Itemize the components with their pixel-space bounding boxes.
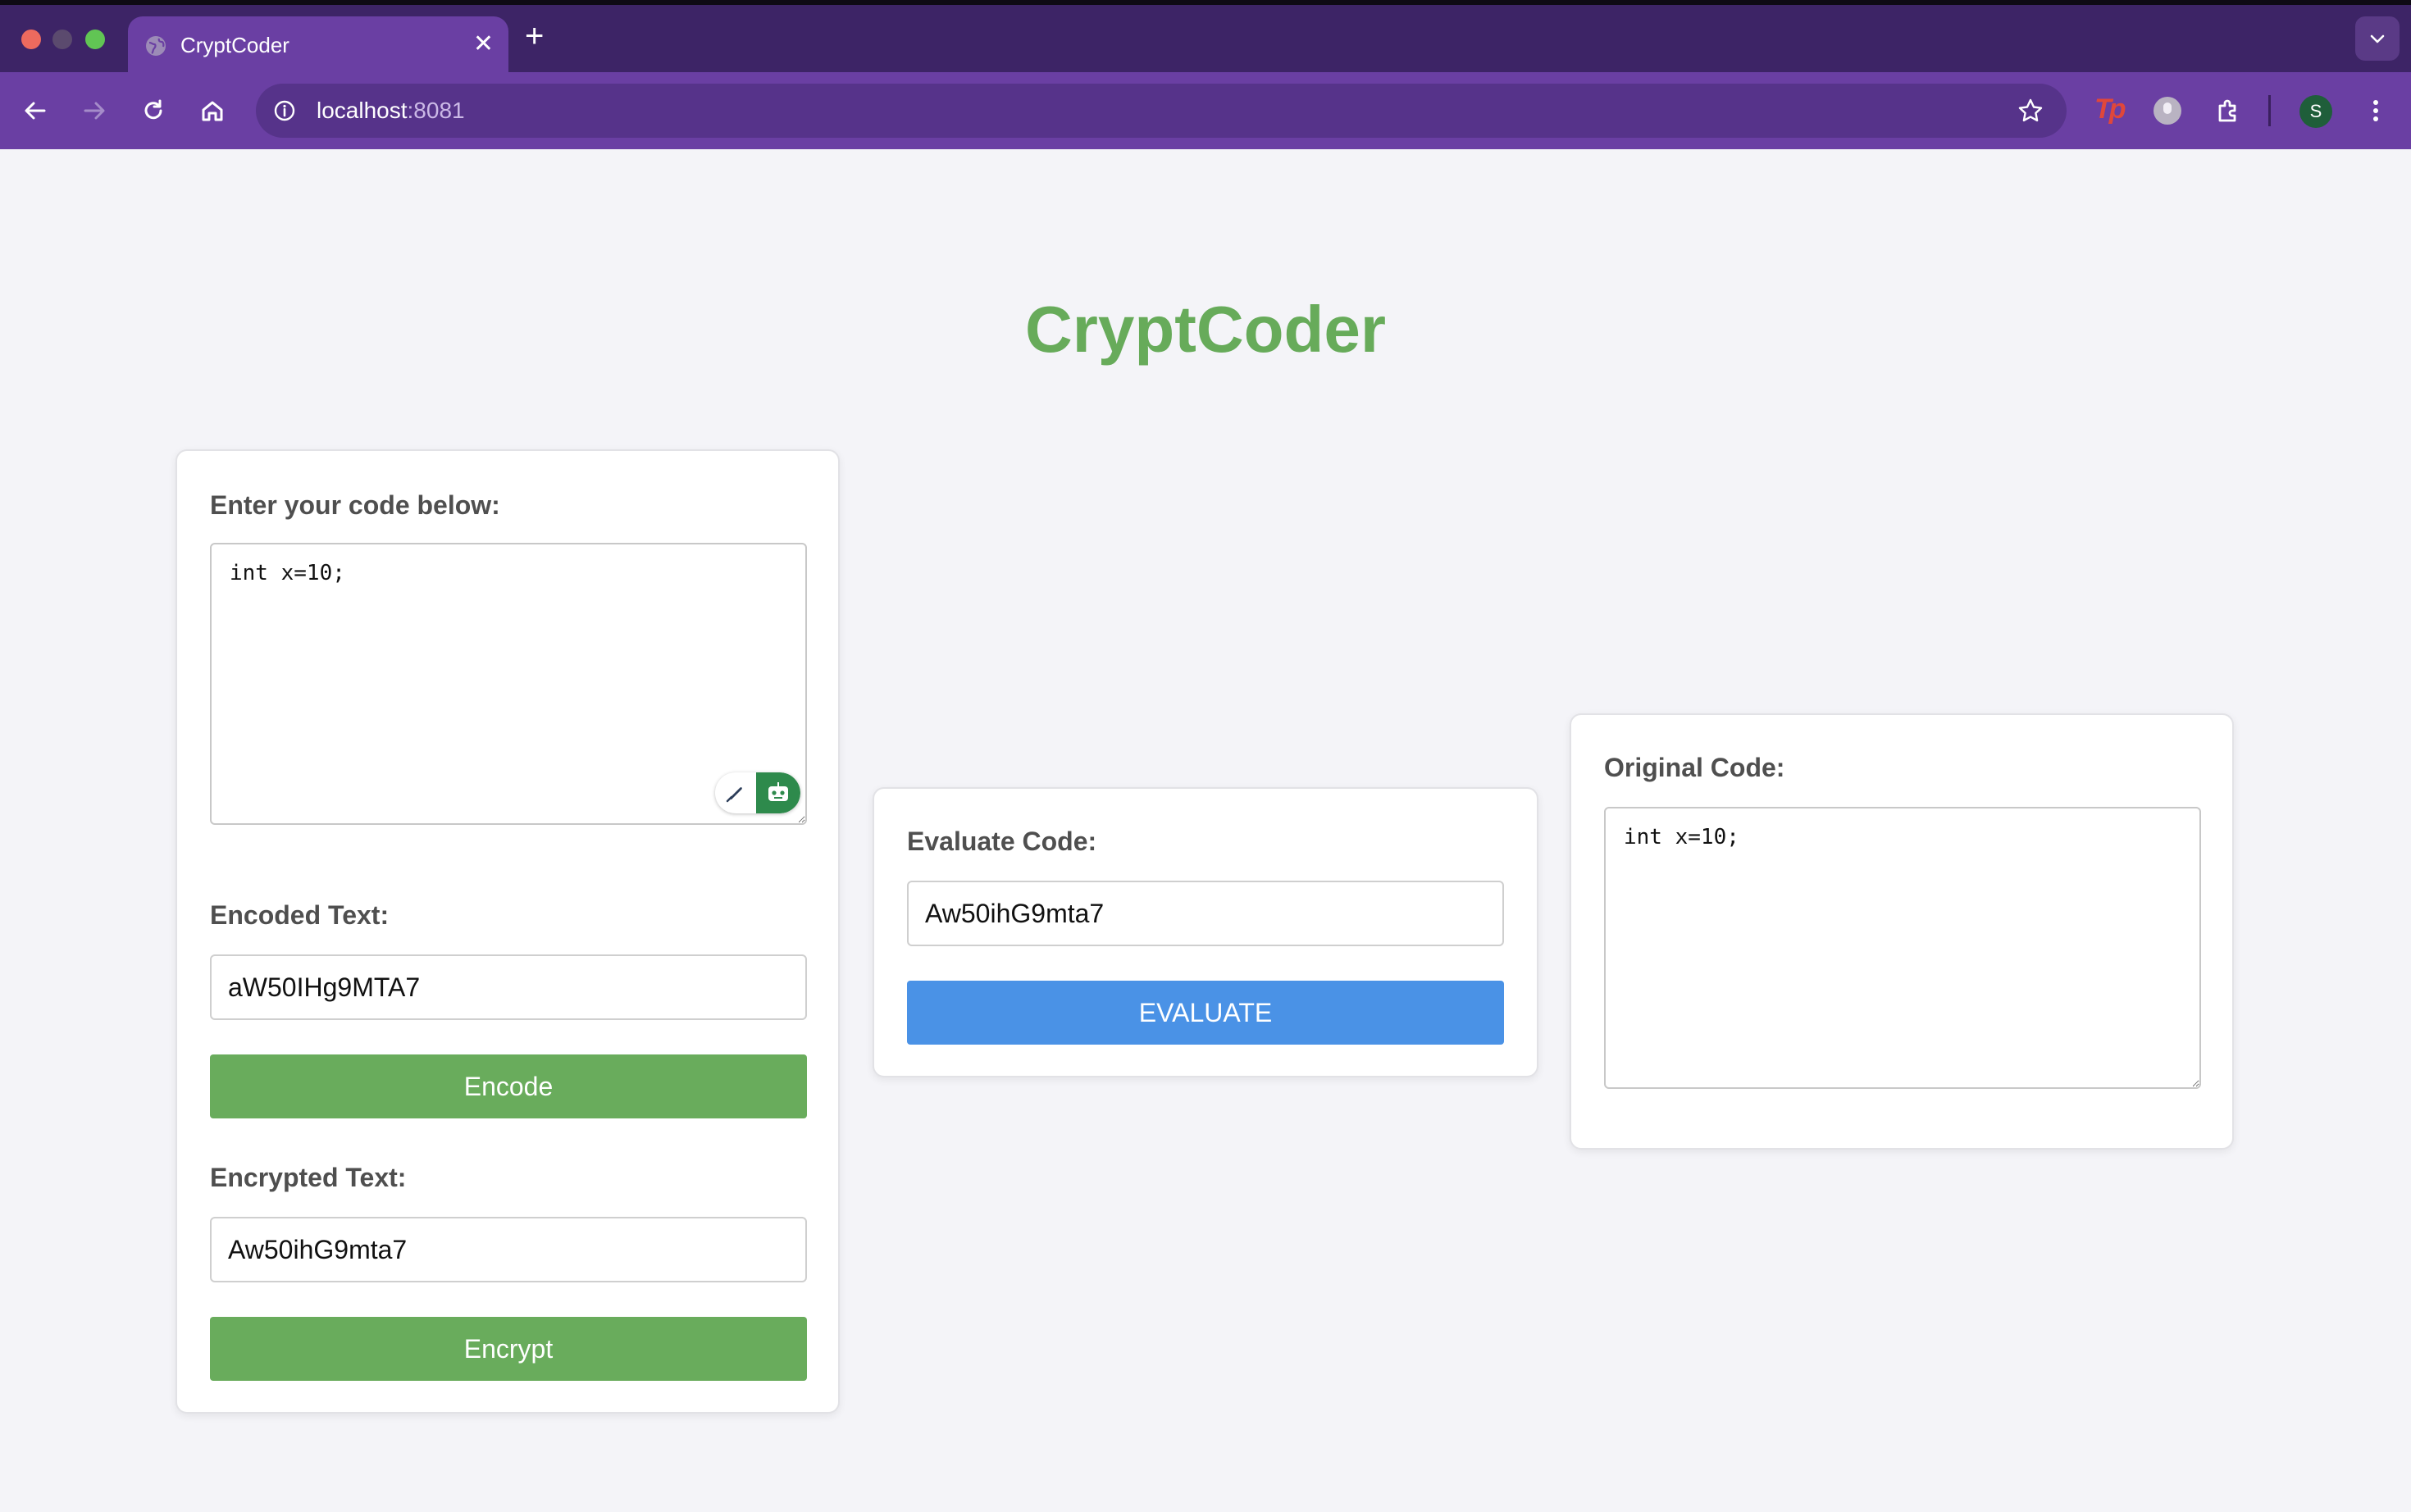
tab-title: CryptCoder xyxy=(180,33,289,57)
info-icon[interactable] xyxy=(272,98,297,123)
close-window-button[interactable] xyxy=(21,30,41,49)
browser-toolbar: localhost:8081 Tp S xyxy=(0,72,2411,149)
globe-icon xyxy=(146,36,166,56)
evaluate-button[interactable]: EVALUATE xyxy=(907,981,1504,1045)
encrypt-button[interactable]: Encrypt xyxy=(210,1317,807,1381)
url-text: localhost:8081 xyxy=(317,98,465,124)
new-tab-button[interactable]: + xyxy=(525,18,544,54)
encoded-text-label: Encoded Text: xyxy=(210,900,390,930)
encode-button[interactable]: Encode xyxy=(210,1054,807,1118)
original-code-label: Original Code: xyxy=(1604,753,1785,782)
original-code-card: Original Code: int x=10; xyxy=(1570,713,2234,1150)
url-port: :8081 xyxy=(407,98,465,123)
assistant-widget[interactable] xyxy=(715,772,800,813)
profile-avatar[interactable]: S xyxy=(2299,95,2332,128)
code-input-label: Enter your code below: xyxy=(210,490,500,520)
toolbar-separator xyxy=(2268,95,2271,126)
encrypted-text-label: Encrypted Text: xyxy=(210,1163,407,1192)
forward-icon[interactable] xyxy=(79,95,110,126)
robot-icon xyxy=(768,782,788,801)
page-title: CryptCoder xyxy=(1024,293,1387,366)
minimize-window-button[interactable] xyxy=(52,30,72,49)
browser-tab[interactable]: CryptCoder ✕ xyxy=(128,16,508,74)
browser-chrome: CryptCoder ✕ + localhost:8081 Tp S xyxy=(0,0,2411,149)
star-icon[interactable] xyxy=(2016,96,2045,125)
menu-icon[interactable] xyxy=(2360,95,2391,126)
tab-close-icon[interactable]: ✕ xyxy=(473,31,494,57)
address-bar[interactable]: localhost:8081 xyxy=(256,84,2067,138)
robot-button[interactable] xyxy=(756,772,800,813)
reload-icon[interactable] xyxy=(138,95,169,126)
code-input-card: Enter your code below: int x=10; Encoded… xyxy=(175,449,840,1414)
evaluate-code-label: Evaluate Code: xyxy=(907,827,1097,856)
home-icon[interactable] xyxy=(197,95,228,126)
chevron-down-icon xyxy=(2370,34,2385,43)
tp-extension-icon[interactable]: Tp xyxy=(2094,93,2126,125)
extension-circle-icon[interactable] xyxy=(2153,97,2181,125)
tab-search-button[interactable] xyxy=(2355,16,2400,61)
original-code-textarea[interactable]: int x=10; xyxy=(1604,807,2201,1089)
back-icon[interactable] xyxy=(20,95,51,126)
encoded-text-input[interactable] xyxy=(210,954,807,1020)
window-edge xyxy=(0,0,2411,5)
encrypted-text-input[interactable] xyxy=(210,1217,807,1282)
extensions-icon[interactable] xyxy=(2213,95,2244,126)
evaluate-code-input[interactable] xyxy=(907,881,1504,946)
url-host: localhost xyxy=(317,98,408,123)
evaluate-card: Evaluate Code: EVALUATE xyxy=(873,787,1538,1077)
feather-icon[interactable] xyxy=(722,780,748,806)
maximize-window-button[interactable] xyxy=(85,30,105,49)
